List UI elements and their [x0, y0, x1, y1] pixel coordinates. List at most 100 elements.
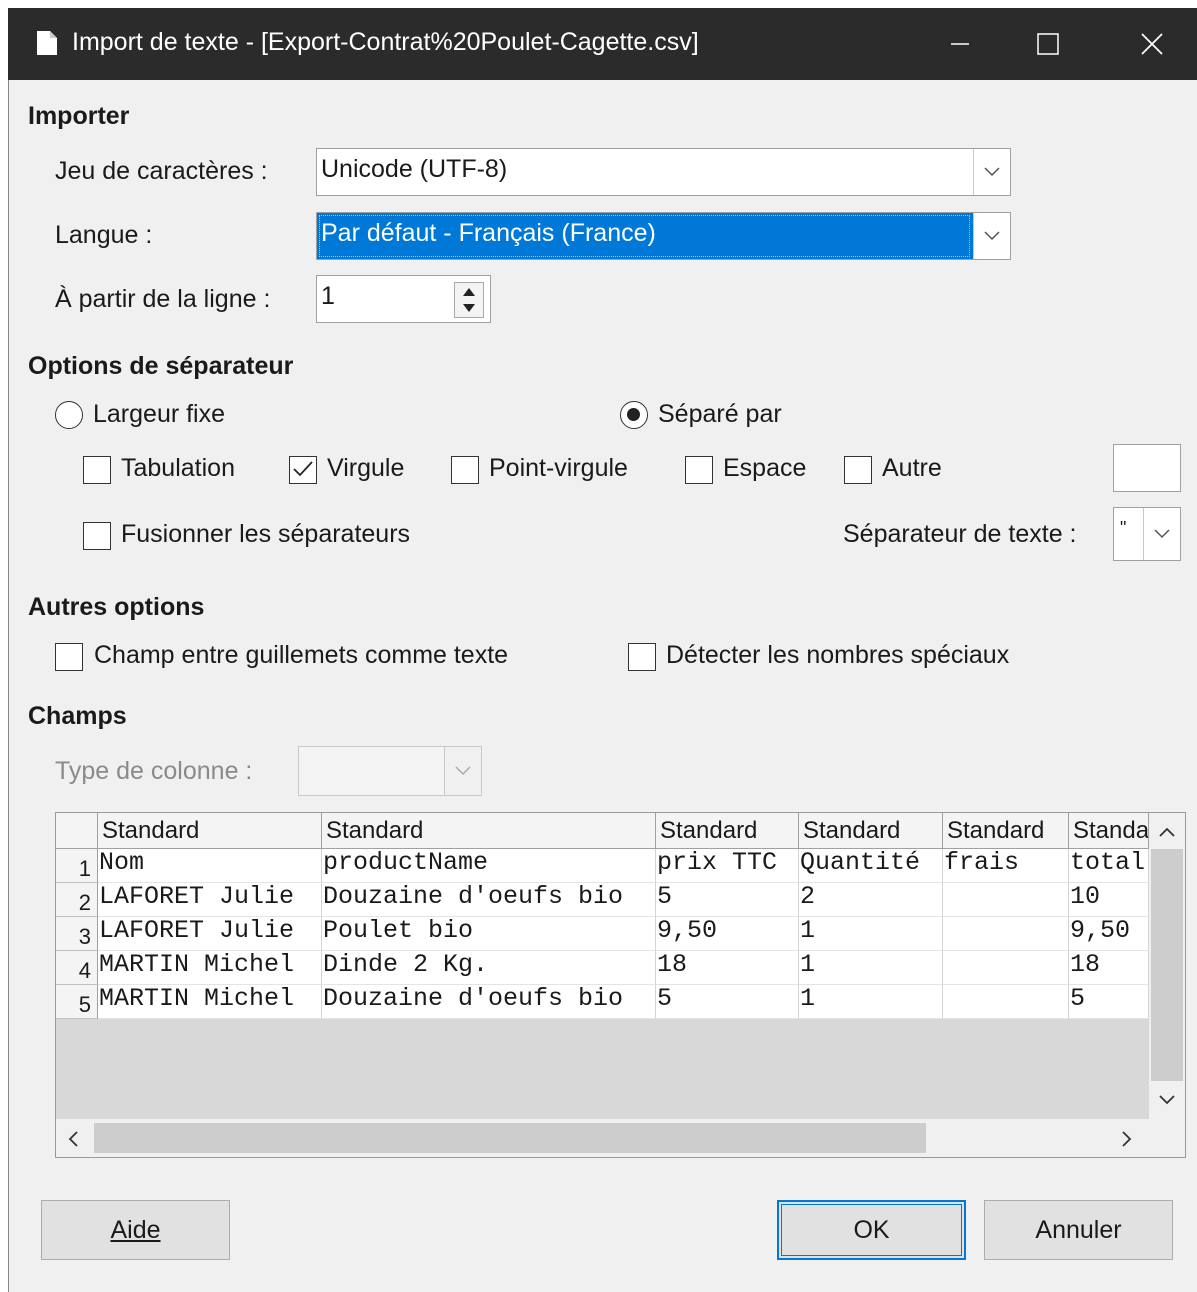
grid-cell: 5	[656, 985, 799, 1019]
grid-cell: 9,50	[1069, 917, 1149, 951]
column-header[interactable]: Standard	[656, 813, 799, 849]
column-type-dropdown-button[interactable]	[444, 747, 481, 795]
document-icon	[37, 31, 57, 55]
cancel-button-label: Annuler	[1035, 1215, 1122, 1244]
row-number: 5	[56, 985, 98, 1019]
grid-cell	[943, 883, 1069, 917]
grid-cell: 10	[1069, 883, 1149, 917]
column-header[interactable]: Standa	[1069, 813, 1149, 849]
close-icon	[1141, 33, 1163, 55]
separated-by-radio[interactable]	[620, 401, 648, 429]
preview-grid[interactable]: Standard Standard Standard Standard Stan…	[55, 812, 1186, 1158]
scroll-down-icon[interactable]	[1159, 1095, 1175, 1105]
chevron-down-icon	[984, 231, 1000, 241]
horizontal-scroll-thumb[interactable]	[94, 1123, 926, 1153]
help-button[interactable]: Aide	[41, 1200, 230, 1260]
cancel-button[interactable]: Annuler	[984, 1200, 1173, 1260]
text-delimiter-dropdown-button[interactable]	[1143, 508, 1180, 560]
grid-cell: MARTIN Michel	[98, 985, 322, 1019]
column-header[interactable]: Standard	[322, 813, 656, 849]
radio-selected-dot	[627, 408, 640, 421]
column-header[interactable]: Standard	[799, 813, 943, 849]
grid-cell	[943, 985, 1069, 1019]
maximize-button[interactable]	[1008, 8, 1088, 80]
grid-cell: productName	[322, 849, 656, 883]
other-checkbox[interactable]	[844, 456, 872, 484]
tab-label: Tabulation	[121, 454, 235, 482]
fixed-width-radio[interactable]	[55, 401, 83, 429]
comma-checkbox[interactable]	[289, 456, 317, 484]
grid-corner	[56, 813, 98, 849]
column-header[interactable]: Standard	[943, 813, 1069, 849]
charset-dropdown-button[interactable]	[973, 149, 1010, 195]
grid-cell: MARTIN Michel	[98, 951, 322, 985]
charset-value: Unicode (UTF-8)	[321, 155, 508, 183]
chevron-down-icon	[1154, 529, 1170, 539]
grid-cell: LAFORET Julie	[98, 917, 322, 951]
minimize-icon	[951, 43, 969, 45]
from-row-spinbox[interactable]: 1	[316, 275, 491, 323]
text-delimiter-select[interactable]: "	[1113, 507, 1181, 561]
checkmark-icon	[293, 461, 313, 477]
language-select[interactable]: Par défaut - Français (France)	[316, 212, 1011, 260]
other-options-heading: Autres options	[28, 593, 205, 621]
title-bar: Import de texte - [Export-Contrat%20Poul…	[8, 8, 1197, 80]
semicolon-checkbox[interactable]	[451, 456, 479, 484]
other-separator-input[interactable]	[1113, 444, 1181, 492]
grid-cell	[943, 917, 1069, 951]
scroll-left-icon[interactable]	[68, 1131, 78, 1147]
maximize-icon	[1037, 33, 1059, 55]
row-number: 4	[56, 951, 98, 985]
language-label: Langue :	[55, 221, 153, 249]
vertical-scrollbar[interactable]	[1149, 813, 1185, 1119]
grid-cell: Douzaine d'oeufs bio	[322, 883, 656, 917]
grid-cell: 9,50	[656, 917, 799, 951]
grid-cell: LAFORET Julie	[98, 883, 322, 917]
detect-special-numbers-checkbox[interactable]	[628, 643, 656, 671]
minimize-button[interactable]	[920, 8, 1000, 80]
help-button-label: Aide	[110, 1215, 161, 1244]
charset-select[interactable]: Unicode (UTF-8)	[316, 148, 1011, 196]
grid-cell: 2	[799, 883, 943, 917]
grid-cell: Poulet bio	[322, 917, 656, 951]
separated-by-label: Séparé par	[658, 400, 782, 428]
grid-cell: prix TTC	[656, 849, 799, 883]
merge-delimiters-label: Fusionner les séparateurs	[121, 520, 411, 548]
grid-cell: 18	[1069, 951, 1149, 985]
semicolon-label: Point-virgule	[489, 454, 628, 482]
import-heading: Importer	[28, 102, 130, 130]
spin-up-icon[interactable]	[463, 288, 475, 296]
horizontal-scrollbar[interactable]	[56, 1119, 1185, 1157]
grid-cell: Nom	[98, 849, 322, 883]
close-button[interactable]	[1112, 8, 1192, 80]
space-checkbox[interactable]	[685, 456, 713, 484]
merge-delimiters-checkbox[interactable]	[83, 522, 111, 550]
grid-cell: Dinde 2 Kg.	[322, 951, 656, 985]
tab-checkbox[interactable]	[83, 456, 111, 484]
chevron-down-icon	[984, 167, 1000, 177]
spin-down-icon[interactable]	[463, 304, 475, 312]
quoted-as-text-checkbox[interactable]	[55, 643, 83, 671]
scroll-right-icon[interactable]	[1122, 1131, 1132, 1147]
grid-cell: 5	[1069, 985, 1149, 1019]
chevron-down-icon	[455, 766, 471, 776]
grid-cell: 5	[656, 883, 799, 917]
column-header[interactable]: Standard	[98, 813, 322, 849]
row-number: 2	[56, 883, 98, 917]
grid-cell: 1	[799, 985, 943, 1019]
grid-cell: frais	[943, 849, 1069, 883]
language-dropdown-button[interactable]	[973, 213, 1010, 259]
ok-button[interactable]: OK	[777, 1200, 966, 1260]
quoted-as-text-label: Champ entre guillemets comme texte	[94, 641, 509, 669]
space-label: Espace	[723, 454, 807, 482]
detect-special-numbers-label: Détecter les nombres spéciaux	[666, 641, 1010, 669]
scroll-up-icon[interactable]	[1159, 827, 1175, 837]
vertical-scroll-thumb[interactable]	[1151, 849, 1183, 1081]
column-type-select[interactable]	[298, 746, 482, 796]
grid-cell: total	[1069, 849, 1149, 883]
from-row-label: À partir de la ligne :	[55, 285, 271, 313]
fixed-width-label: Largeur fixe	[93, 400, 226, 428]
charset-label: Jeu de caractères :	[55, 157, 268, 185]
fields-heading: Champs	[28, 702, 127, 730]
spin-buttons[interactable]	[454, 282, 484, 318]
